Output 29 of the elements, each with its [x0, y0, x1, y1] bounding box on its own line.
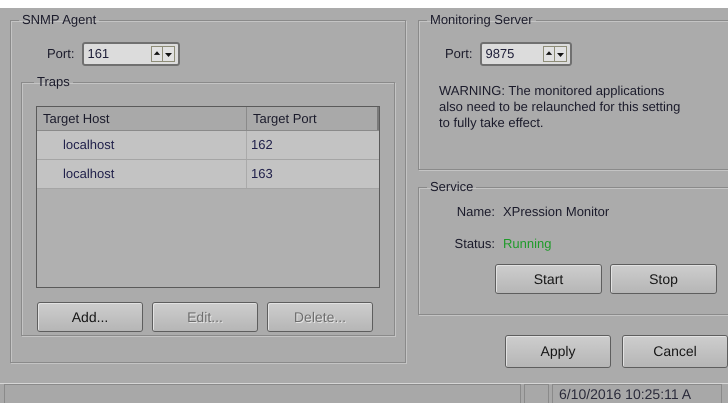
table-cell-text: 163 [250, 165, 274, 184]
port-spinbox[interactable]: 161 [82, 42, 180, 66]
group-title: SNMP Agent [21, 12, 98, 28]
name-label: Name: [456, 204, 495, 220]
table-cell-text: 162 [250, 136, 274, 154]
group-title: Service [429, 179, 474, 195]
port-label: Port: [47, 45, 74, 64]
group-title: Traps [36, 74, 71, 90]
status-label: Status: [454, 236, 495, 252]
warning-text: WARNING: The monitored applications also need to be relaunched for this setting to fully take effect. [439, 83, 682, 131]
table-cell: localhost [37, 131, 247, 159]
push-button[interactable]: Start [495, 264, 602, 294]
push-button[interactable]: Stop [610, 264, 717, 294]
up-arrow-icon[interactable] [544, 47, 556, 61]
port-value: 161 [87, 45, 110, 64]
push-button[interactable]: Add... [37, 302, 143, 332]
port-value: 9875 [485, 45, 516, 64]
service-status: Running [503, 236, 552, 252]
push-button[interactable]: Cancel [622, 335, 728, 368]
port-label: Port: [445, 45, 472, 64]
push-button[interactable]: Apply [505, 335, 611, 368]
status-panel [524, 384, 549, 403]
table-cell: localhost [37, 160, 247, 188]
port-spinbox[interactable]: 9875 [480, 42, 572, 66]
column-header[interactable]: Target Host [37, 107, 247, 130]
service-name: XPression Monitor [503, 204, 610, 220]
status-timestamp: 6/10/2016 10:25:11 A [552, 384, 722, 403]
up-arrow-icon[interactable] [152, 47, 164, 61]
group-title: Monitoring Server [429, 12, 534, 28]
